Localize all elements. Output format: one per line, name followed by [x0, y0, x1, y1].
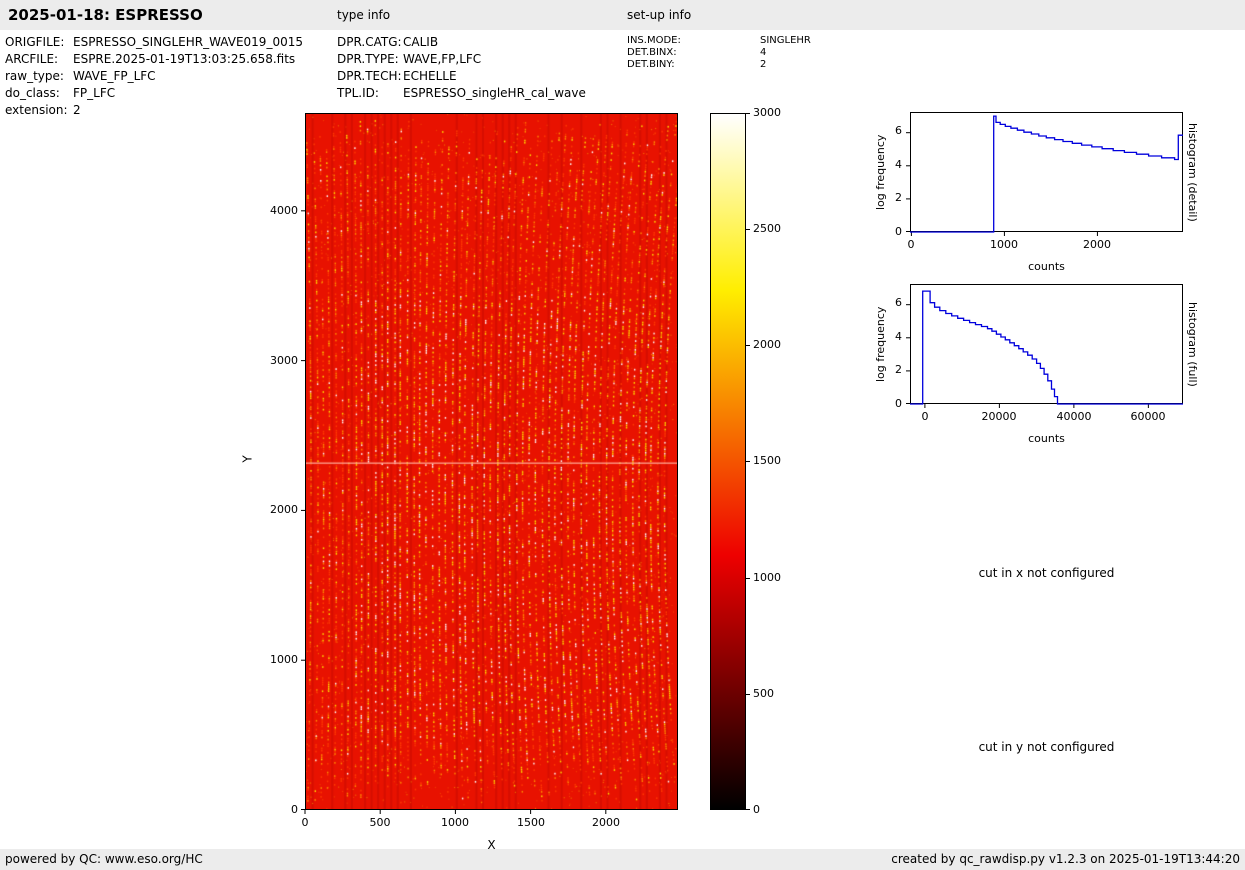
colorbar-tick-label: 3000	[753, 106, 781, 119]
x-tick-label: 500	[369, 816, 391, 829]
colorbar-gradient	[710, 113, 746, 810]
colorbar-tick	[746, 694, 750, 695]
y-tick-label: 0	[291, 803, 298, 816]
footer-bar: powered by QC: www.eso.org/HC created by…	[0, 849, 1245, 870]
hist-full-x-tick-label: 60000	[1130, 410, 1166, 423]
file-info-label: do_class:	[5, 86, 60, 100]
histogram-detail-plot	[906, 112, 1183, 236]
histogram-full-plot	[906, 284, 1183, 408]
hist-full-x-tick-label: 0	[921, 410, 929, 423]
hist-detail-x-tick-label: 0	[907, 238, 915, 251]
colorbar-tick-label: 1000	[753, 571, 781, 584]
type-info-value: ECHELLE	[403, 69, 457, 83]
colorbar-tick-label: 2500	[753, 222, 781, 235]
type-info-label: DPR.TYPE:	[337, 52, 399, 66]
file-info-row: ARCFILE: ESPRE.2025-01-19T13:03:25.658.fi…	[5, 52, 295, 67]
colorbar-tick	[746, 578, 750, 579]
file-info-row: extension: 2	[5, 103, 81, 118]
file-info-label: ARCFILE:	[5, 52, 59, 66]
y-tick-label: 2000	[270, 503, 298, 516]
raw-image-axes	[301, 113, 678, 814]
setup-info-value: 2	[760, 59, 767, 70]
file-info-row: raw_type: WAVE_FP_LFC	[5, 69, 156, 84]
hist-detail-x-tick-label: 1000	[990, 238, 1018, 251]
colorbar-tick	[746, 461, 750, 462]
colorbar-tick-label: 0	[753, 803, 760, 816]
type-info-row: DPR.TYPE: WAVE,FP,LFC	[337, 52, 481, 67]
type-info-label: DPR.TECH:	[337, 69, 402, 83]
hist-full-right-label: histogram (full)	[1186, 301, 1199, 387]
y-axis-label: Y	[240, 455, 255, 463]
setup-info-label: DET.BINY:	[627, 59, 675, 70]
hist-full-x-tick-label: 20000	[981, 410, 1017, 423]
x-tick-label: 1500	[517, 816, 545, 829]
setup-info-label: INS.MODE:	[627, 35, 681, 46]
colorbar-tick-label: 500	[753, 687, 774, 700]
x-tick-label: 1000	[441, 816, 469, 829]
hist-detail-x-axis-label: counts	[1028, 260, 1065, 273]
footer-left: powered by QC: www.eso.org/HC	[5, 852, 203, 866]
report-title: 2025-01-18: ESPRESSO	[8, 6, 203, 24]
hist-full-x-tick-label: 40000	[1056, 410, 1092, 423]
file-info-value: WAVE_FP_LFC	[73, 69, 156, 83]
type-info-row: DPR.TECH:ECHELLE	[337, 69, 457, 84]
type-info-value: CALIB	[403, 35, 439, 49]
type-info-label: TPL.ID:	[337, 86, 379, 100]
colorbar-tick	[746, 345, 750, 346]
file-info-value: FP_LFC	[73, 86, 116, 100]
setup-info-row: INS.MODE: SINGLEHR	[627, 35, 811, 47]
type-info-row: TPL.ID: ESPRESSO_singleHR_cal_wave	[337, 86, 586, 101]
hist-full-x-axis-label: counts	[1028, 432, 1065, 445]
file-info-label: extension:	[5, 103, 68, 117]
y-tick-label: 3000	[270, 354, 298, 367]
colorbar-tick	[746, 229, 750, 230]
type-info-value: ESPRESSO_singleHR_cal_wave	[403, 86, 586, 100]
file-info-row: ORIGFILE: ESPRESSO_SINGLEHR_WAVE019_0015	[5, 35, 303, 50]
type-info-heading: type info	[337, 8, 391, 22]
header-bar: 2025-01-18: ESPRESSO type info set-up in…	[0, 0, 1245, 30]
y-tick-label: 4000	[270, 204, 298, 217]
cut-y-annotation: cut in y not configured	[978, 740, 1115, 754]
type-info-label: DPR.CATG:	[337, 35, 402, 49]
file-info-row: do_class: FP_LFC	[5, 86, 115, 101]
setup-info-heading: set-up info	[627, 8, 692, 22]
colorbar-tick-label: 2000	[753, 338, 781, 351]
type-info-value: WAVE,FP,LFC	[403, 52, 482, 66]
file-info-value: 2	[73, 103, 81, 117]
cut-x-annotation: cut in x not configured	[978, 566, 1115, 580]
hist-detail-x-tick-label: 2000	[1083, 238, 1111, 251]
type-info-row: DPR.CATG:CALIB	[337, 35, 438, 50]
x-tick-label: 2000	[592, 816, 620, 829]
y-tick-label: 1000	[270, 653, 298, 666]
colorbar-tick-label: 1500	[753, 454, 781, 467]
colorbar-tick	[746, 113, 750, 114]
setup-info-value: 4	[760, 47, 767, 58]
hist-detail-y-axis-label: log frequency	[874, 134, 887, 210]
hist-full-y-axis-label: log frequency	[874, 306, 887, 382]
hist-detail-right-label: histogram (detail)	[1186, 122, 1199, 222]
x-tick-label: 0	[301, 816, 309, 829]
setup-info-row: DET.BINY: 2	[627, 59, 766, 71]
file-info-value: ESPRE.2025-01-19T13:03:25.658.fits	[73, 52, 296, 66]
qc-report-page: 2025-01-18: ESPRESSO type info set-up in…	[0, 0, 1245, 870]
colorbar-tick	[746, 809, 750, 810]
setup-info-row: DET.BINX: 4	[627, 47, 766, 59]
file-info-label: ORIGFILE:	[5, 35, 65, 49]
setup-info-label: DET.BINX:	[627, 47, 677, 58]
file-info-label: raw_type:	[5, 69, 64, 83]
footer-right: created by qc_rawdisp.py v1.2.3 on 2025-…	[891, 852, 1240, 866]
file-info-value: ESPRESSO_SINGLEHR_WAVE019_0015	[73, 35, 303, 49]
setup-info-value: SINGLEHR	[760, 35, 811, 46]
